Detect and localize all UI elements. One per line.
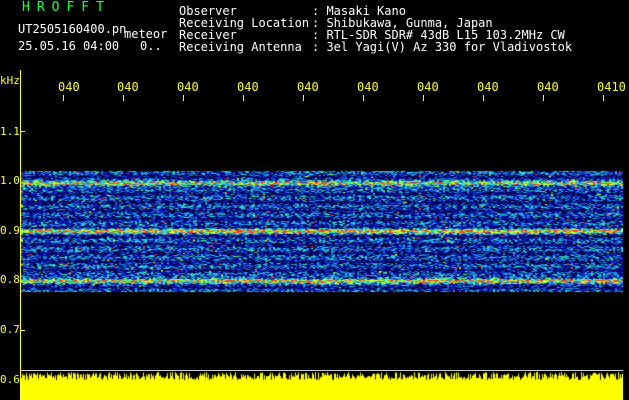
x-tick-label: 040 [177, 80, 199, 94]
file-name: UT2505160400.pn [18, 22, 127, 36]
x-tick-label: 040 [117, 80, 139, 94]
x-tick-label: 0410 [597, 80, 626, 94]
x-tick-label: 040 [237, 80, 259, 94]
antenna-label: Receiving Antenna [179, 40, 302, 54]
y-tick-label: 0.6 [0, 373, 20, 386]
y-axis-unit: kHz [0, 74, 20, 87]
x-tick-label: 040 [58, 80, 80, 94]
y-tick-label: 0.8 [0, 273, 20, 286]
spectrogram-heatmap [21, 100, 623, 400]
spectrogram-plot [21, 100, 623, 400]
x-tick-label: 040 [417, 80, 439, 94]
detection-value: 0.. [140, 39, 162, 53]
x-tick-label: 040 [537, 80, 559, 94]
app-title: HROFFT [22, 0, 111, 15]
x-tick-label: 040 [297, 80, 319, 94]
date-time: 25.05.16 04:00 [18, 39, 120, 53]
antenna-value: : 3el Yagi(V) Az 330 for Vladivostok [312, 40, 573, 54]
y-tick-label: 0.7 [0, 323, 20, 336]
x-tick-label: 040 [477, 80, 499, 94]
signal-level-trace [21, 370, 623, 400]
x-tick-label: 040 [357, 80, 379, 94]
y-tick-label: 0.9 [0, 224, 20, 237]
y-tick-label: 1.1 [0, 125, 20, 138]
hrofft-window: { "header": { "app_title": "HROFFT", "fi… [0, 0, 629, 400]
y-tick-label: 1.0 [0, 174, 20, 187]
